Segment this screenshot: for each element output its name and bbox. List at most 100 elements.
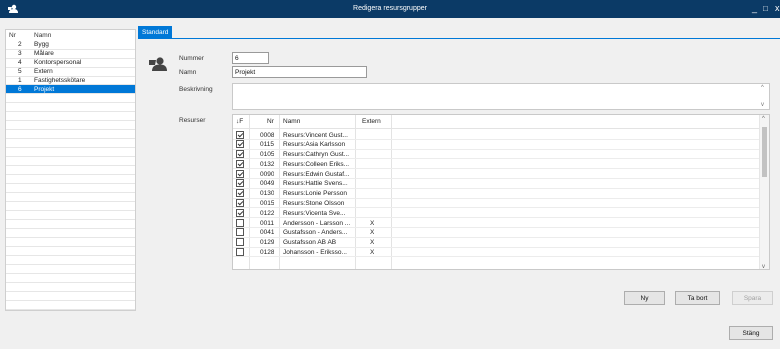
group-list-item[interactable]: 6 Projekt — [6, 85, 135, 95]
resource-checkbox[interactable] — [236, 238, 244, 247]
group-list-empty-row — [6, 175, 135, 185]
resource-checkbox[interactable] — [236, 228, 244, 237]
resources-header: ↓F Nr Namn Extern — [233, 115, 761, 129]
number-field[interactable]: 6 — [232, 52, 269, 64]
scroll-up-icon[interactable]: ^ — [762, 116, 765, 122]
resource-row[interactable]: 0130 Resurs:Lonie Persson — [233, 189, 761, 199]
tab-strip: Standard — [138, 26, 780, 39]
resource-checkbox[interactable] — [236, 208, 244, 217]
window-title: Redigera resursgrupper — [353, 5, 427, 12]
close-button[interactable]: Stäng — [729, 326, 773, 340]
group-list-item[interactable]: 1 Fastighetsskötare — [6, 77, 135, 86]
resource-name: Resurs:Vincent Gust... — [283, 131, 348, 139]
save-button[interactable]: Spara — [732, 291, 773, 305]
group-list-empty-row — [6, 202, 135, 212]
resource-name: Resurs:Cathryn Gust... — [283, 151, 350, 159]
resource-checkbox[interactable] — [236, 199, 244, 208]
resources-scrollbar[interactable]: ^ v — [759, 115, 769, 269]
group-list-empty-row — [6, 193, 135, 203]
group-name: Bygg — [34, 41, 49, 49]
resource-extern: X — [370, 229, 375, 237]
scroll-down-icon[interactable]: v — [762, 264, 765, 269]
group-list-empty-row — [6, 103, 135, 113]
resource-row[interactable]: 0122 Resurs:Vicenta Sve... — [233, 208, 761, 219]
resource-checkbox[interactable] — [236, 248, 244, 257]
resource-checkbox[interactable] — [236, 169, 244, 178]
resource-name: Resurs:Asia Karlsson — [283, 141, 346, 149]
group-list-empty-row — [6, 157, 135, 167]
resource-row[interactable]: 0132 Resurs:Colleen Eriks... — [233, 159, 761, 170]
group-nr: 2 — [18, 41, 22, 49]
close-window-button[interactable]: x — [775, 4, 780, 13]
group-list-header-name[interactable]: Namn — [34, 32, 51, 39]
group-list-empty-row — [6, 184, 135, 194]
resource-nr: 0128 — [260, 249, 275, 257]
resource-checkbox[interactable] — [236, 140, 244, 149]
description-scrollbar[interactable]: ^ v — [759, 84, 769, 109]
group-list-header: Nr Namn — [6, 30, 135, 41]
group-list-header-nr[interactable]: Nr — [6, 32, 34, 39]
resource-name: Johansson - Eriksso... — [283, 249, 347, 257]
resource-nr: 0015 — [260, 200, 275, 208]
group-list-empty-row — [6, 211, 135, 221]
resources-header-nr[interactable]: Nr — [267, 118, 274, 125]
name-field[interactable]: Projekt — [232, 66, 367, 78]
resource-row[interactable]: 0041 Gustafsson - Anders... X — [233, 228, 761, 238]
resource-nr: 0011 — [260, 219, 274, 227]
description-label: Beskrivning — [179, 86, 213, 93]
group-list-item[interactable]: 3 Målare — [6, 50, 135, 59]
resource-group-icon — [149, 57, 167, 71]
resource-row[interactable]: 0115 Resurs:Asia Karlsson — [233, 140, 761, 150]
resource-extern: X — [370, 239, 375, 247]
resources-rows: 0008 Resurs:Vincent Gust... 0115 Resurs:Asi… — [233, 130, 761, 258]
resource-row[interactable]: 0049 Resurs:Hattie Svens... — [233, 179, 761, 189]
resource-checkbox[interactable] — [236, 179, 244, 188]
resource-checkbox[interactable] — [236, 189, 244, 198]
resources-header-extern[interactable]: Extern — [362, 118, 381, 125]
resources-header-name[interactable]: Namn — [283, 118, 300, 125]
resources-label: Resurser — [179, 117, 206, 124]
resource-name: Resurs:Lonie Persson — [283, 190, 347, 198]
resource-nr: 0090 — [260, 170, 275, 178]
group-list-item[interactable]: 4 Kontorspersonal — [6, 59, 135, 68]
group-list-empty-row — [6, 301, 135, 310]
resource-nr: 0105 — [260, 151, 275, 159]
resource-row[interactable]: 0090 Resurs:Edwin Gustaf... — [233, 169, 761, 179]
resource-row[interactable]: 0011 Andersson - Larsson ... X — [233, 218, 761, 228]
group-list-item[interactable]: 5 Extern — [6, 68, 135, 77]
resource-row[interactable]: 0128 Johansson - Eriksso... X — [233, 248, 761, 258]
group-list-empty-row — [6, 112, 135, 122]
resource-checkbox[interactable] — [236, 159, 244, 168]
group-list-empty-row — [6, 220, 135, 230]
resource-nr: 0041 — [260, 229, 275, 237]
resource-name: Andersson - Larsson ... — [283, 219, 351, 227]
number-label: Nummer — [179, 55, 204, 62]
resource-checkbox[interactable] — [236, 218, 244, 227]
resource-checkbox[interactable] — [236, 150, 244, 159]
delete-button[interactable]: Ta bort — [675, 291, 720, 305]
scroll-down-icon[interactable]: v — [761, 102, 764, 108]
group-list-empty-row — [6, 166, 135, 176]
resource-row[interactable]: 0015 Resurs:Stone Olsson — [233, 199, 761, 209]
new-button[interactable]: Ny — [624, 291, 665, 305]
group-list-empty-row — [6, 256, 135, 266]
scrollbar-thumb[interactable] — [762, 127, 767, 177]
group-nr: 6 — [18, 85, 22, 93]
group-list-item[interactable]: 2 Bygg — [6, 41, 135, 50]
tab-standard[interactable]: Standard — [138, 26, 173, 39]
resource-row[interactable]: 0008 Resurs:Vincent Gust... — [233, 130, 761, 140]
resource-name: Resurs:Hattie Svens... — [283, 180, 348, 188]
group-nr: 1 — [18, 77, 22, 84]
group-list-empty-row — [6, 94, 135, 104]
sort-icon[interactable]: ↓F — [236, 118, 243, 125]
description-field[interactable]: ^ v — [232, 83, 770, 110]
resource-row[interactable]: 0129 Gustafsson AB AB X — [233, 238, 761, 248]
minimize-button[interactable]: _ — [752, 4, 757, 13]
resource-checkbox[interactable] — [236, 130, 244, 139]
group-name: Projekt — [34, 85, 55, 93]
maximize-button[interactable]: □ — [763, 4, 768, 13]
group-name: Fastighetsskötare — [34, 77, 86, 84]
scroll-up-icon[interactable]: ^ — [761, 85, 764, 91]
resource-row[interactable]: 0105 Resurs:Cathryn Gust... — [233, 150, 761, 160]
group-list-empty-row — [6, 139, 135, 149]
